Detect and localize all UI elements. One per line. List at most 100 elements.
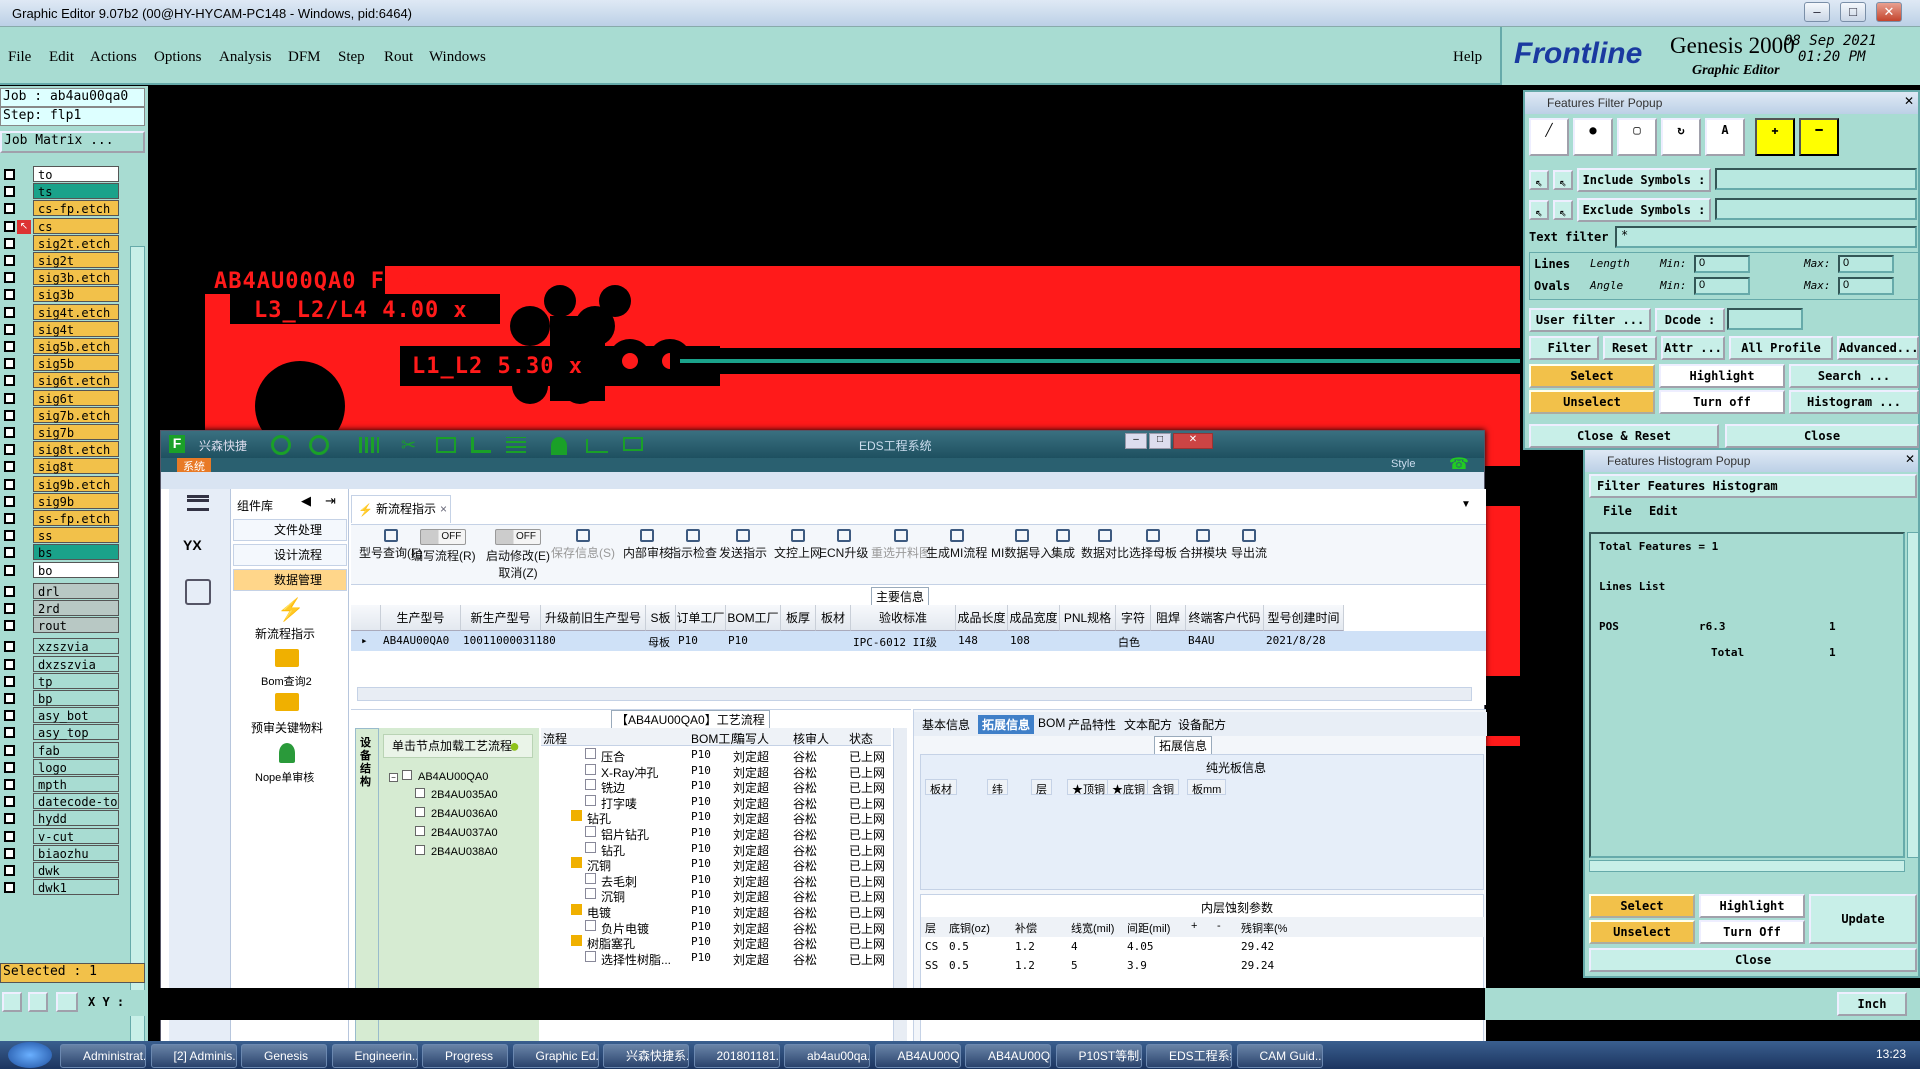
angle-min-input[interactable]: 0 xyxy=(1694,277,1750,295)
fhp-close-button[interactable]: Close xyxy=(1589,948,1917,972)
layer-row[interactable]: cs-fp.etch xyxy=(4,200,119,218)
menu-edit[interactable]: Edit xyxy=(49,49,74,66)
ffp-close-icon[interactable]: ✕ xyxy=(1900,94,1918,110)
ext-tab[interactable]: 基本信息 xyxy=(918,715,974,734)
histogram-hscroll[interactable] xyxy=(1589,860,1905,872)
layer-checkbox[interactable] xyxy=(4,564,15,576)
layer-checkbox[interactable] xyxy=(4,220,15,232)
all-profile-select[interactable]: All Profile xyxy=(1729,336,1833,360)
etch-header-cell[interactable]: 线宽(mil) xyxy=(1071,920,1114,936)
layer-row[interactable]: bp xyxy=(4,690,119,708)
layer-row[interactable]: sig3b.etch xyxy=(4,269,119,287)
filter-toggle[interactable]: Filter xyxy=(1529,336,1599,360)
toolbar-item[interactable]: ECN升级 xyxy=(819,529,868,561)
text-tool-icon[interactable]: A xyxy=(1705,118,1745,156)
layer-checkbox[interactable] xyxy=(4,547,15,559)
layer-checkbox[interactable] xyxy=(4,847,15,859)
attr-button[interactable]: Attr ... xyxy=(1661,336,1725,360)
area-chart-icon[interactable] xyxy=(586,439,608,453)
search-icon[interactable] xyxy=(271,435,291,455)
toolbar-item[interactable]: 数据对比 xyxy=(1081,529,1129,561)
layer-checkbox[interactable] xyxy=(4,585,15,597)
line-tool-icon[interactable]: ╱ xyxy=(1529,118,1569,156)
eds-minimize[interactable]: – xyxy=(1125,433,1147,449)
tab-new-flow[interactable]: ⚡ 新流程指示 × xyxy=(351,495,451,523)
lightning-icon[interactable]: ⚡ xyxy=(277,597,304,622)
layer-checkbox[interactable] xyxy=(4,461,15,473)
layer-checkbox[interactable] xyxy=(4,495,15,507)
taskbar-item[interactable]: AB4AU00Q... xyxy=(965,1044,1051,1068)
grid-header-cell[interactable]: PNL规格 xyxy=(1060,605,1116,631)
taskbar-item[interactable]: P10ST等制... xyxy=(1055,1044,1142,1068)
taskbar-item[interactable]: 201801181... xyxy=(693,1044,780,1068)
ext-tab[interactable]: 文本配方 xyxy=(1120,715,1176,734)
layer-row[interactable]: v-cut xyxy=(4,827,119,846)
layer-row[interactable]: sig7b.etch xyxy=(4,406,119,425)
layer-checkbox[interactable] xyxy=(4,620,15,632)
tabs-dropdown-icon[interactable]: ▼ xyxy=(1461,499,1471,510)
grid-header-cell[interactable]: 生产型号 xyxy=(381,605,461,631)
layer-row[interactable]: bo xyxy=(4,561,119,580)
etch-header-cell[interactable]: + xyxy=(1191,920,1197,932)
tree-root[interactable]: − AB4AU00QA0 xyxy=(389,770,488,783)
grid-icon[interactable] xyxy=(56,992,78,1012)
ext-tab[interactable]: 拓展信息 xyxy=(978,715,1035,734)
eds-close[interactable]: ✕ xyxy=(1173,433,1213,449)
layer-row[interactable]: ↖ cs xyxy=(4,217,119,236)
length-min-input[interactable]: 0 xyxy=(1694,255,1750,273)
arc-tool-icon[interactable]: ↻ xyxy=(1661,118,1701,156)
grid-header-cell[interactable]: 终端客户代码 xyxy=(1186,605,1264,631)
layer-checkbox[interactable] xyxy=(4,306,15,318)
layer-checkbox[interactable] xyxy=(4,358,15,370)
layer-row[interactable]: sig8t.etch xyxy=(4,441,119,459)
grid-header-cell[interactable]: 成品长度 xyxy=(956,605,1008,631)
layer-checkbox[interactable] xyxy=(4,203,15,215)
layer-row[interactable]: dwk1 xyxy=(4,879,119,897)
flow-header-cell[interactable]: 核审人 xyxy=(793,730,829,747)
lib-new-flow[interactable]: 新流程指示 xyxy=(255,625,315,642)
layer-row[interactable]: sig5b.etch xyxy=(4,338,119,356)
layer-checkbox[interactable] xyxy=(4,530,15,542)
etch-header-cell[interactable]: 补偿 xyxy=(1015,920,1037,936)
toolbar-item[interactable]: 导出流 xyxy=(1231,529,1267,561)
taskbar-item[interactable]: Graphic Ed... xyxy=(512,1044,599,1068)
layer-row[interactable]: rout xyxy=(4,617,119,635)
taskbar-item[interactable]: 兴森快捷系... xyxy=(603,1044,689,1068)
layer-row[interactable]: sig9b.etch xyxy=(4,475,119,494)
fhp-highlight-button[interactable]: Highlight xyxy=(1699,894,1805,918)
layer-checkbox[interactable] xyxy=(4,813,15,825)
ext-tab[interactable]: 产品特性 xyxy=(1064,715,1120,734)
lib-bom-query[interactable]: Bom查询2 xyxy=(261,673,312,689)
tree-node[interactable]: 2B4AU035A0 xyxy=(415,788,498,801)
layer-checkbox[interactable] xyxy=(4,513,15,524)
toolbar-item[interactable]: 合拼模块 xyxy=(1179,529,1227,561)
lib-file-processing[interactable]: 文件处理 xyxy=(233,519,347,541)
layer-row[interactable]: logo xyxy=(4,758,119,777)
layer-row[interactable]: ss xyxy=(4,527,119,545)
fhp-select-button[interactable]: Select xyxy=(1589,894,1695,918)
taskbar-item[interactable]: ab4au00qa... xyxy=(784,1044,870,1068)
user-filter-button[interactable]: User filter ... xyxy=(1529,308,1651,332)
menu-step[interactable]: Step xyxy=(338,49,365,66)
taskbar-item[interactable]: CAM Guid... xyxy=(1236,1044,1323,1068)
etch-header-cell[interactable]: 层 xyxy=(925,920,936,936)
job-matrix-button[interactable]: Job Matrix ... xyxy=(0,131,145,153)
layer-checkbox[interactable] xyxy=(4,779,15,790)
layer-row[interactable]: asy_top xyxy=(4,724,119,742)
layer-checkbox[interactable] xyxy=(4,761,15,773)
layer-row[interactable]: sig5b xyxy=(4,355,119,373)
layer-row[interactable]: datecode-to xyxy=(4,793,119,811)
layer-checkbox[interactable] xyxy=(4,289,15,301)
layer-row[interactable]: sig7b xyxy=(4,424,119,442)
lines-check[interactable]: Lines xyxy=(1534,257,1570,271)
fhp-turn-off-button[interactable]: Turn Off xyxy=(1699,920,1805,944)
angle-check[interactable]: Angle xyxy=(1590,279,1623,292)
layer-checkbox[interactable] xyxy=(4,830,15,842)
surface-tool-icon[interactable]: ▢ xyxy=(1617,118,1657,156)
highlight-button[interactable]: Highlight xyxy=(1659,364,1785,388)
toolbar-item[interactable]: 指示检查 xyxy=(669,529,717,561)
toolbar-item[interactable]: 发送指示 xyxy=(719,529,767,561)
main-grid-hscroll[interactable] xyxy=(357,687,1472,701)
minimize-button[interactable]: – xyxy=(1804,2,1830,22)
layer-row[interactable]: dxzszvia xyxy=(4,655,119,674)
